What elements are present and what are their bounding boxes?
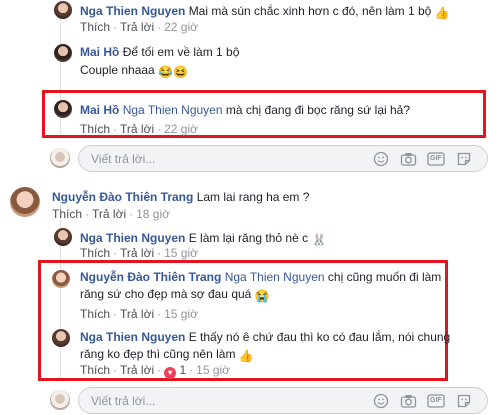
comment-time[interactable]: 15 giờ xyxy=(196,363,230,377)
gif-label: GIF xyxy=(430,155,442,162)
comment-time[interactable]: 22 giờ xyxy=(164,122,198,136)
sticker-icon[interactable] xyxy=(456,393,472,412)
camera-icon[interactable] xyxy=(400,393,417,412)
reply-link[interactable]: Trả lời xyxy=(92,207,126,221)
reply-link[interactable]: Trả lời xyxy=(120,363,154,377)
avatar[interactable] xyxy=(54,100,72,118)
comment-text: răng sứ cho đẹp mà sợ đau quá xyxy=(80,287,252,301)
comment-body: Mai Hồ Nga Thien Nguyen mà chị đang đi b… xyxy=(80,102,410,118)
smiley-icon[interactable] xyxy=(373,393,389,412)
avatar[interactable] xyxy=(54,44,72,62)
comment-time[interactable]: 22 giờ xyxy=(164,20,198,34)
comment-text: Lam lai rang ha em ? xyxy=(196,190,310,204)
comment-actions: Thích · Trả lời · 22 giờ xyxy=(80,20,198,34)
like-link[interactable]: Thích xyxy=(52,207,82,221)
like-link[interactable]: Thích xyxy=(80,307,110,321)
comment-actions: Thích · Trả lời · ♥ 1 · 15 giờ xyxy=(80,363,231,379)
avatar[interactable] xyxy=(52,270,70,288)
comment-text: Mai mà sún chắc xinh hơn c đó, nên làm 1… xyxy=(188,4,432,18)
comment-text: Để tối em về làm 1 bộ xyxy=(122,45,240,59)
gif-label: GIF xyxy=(430,397,442,404)
like-link[interactable]: Thích xyxy=(80,246,110,260)
crying-emoji: 😭 xyxy=(254,289,270,303)
avatar[interactable] xyxy=(54,1,72,19)
camera-icon[interactable] xyxy=(400,151,417,170)
comment-author[interactable]: Nga Thien Nguyen xyxy=(80,4,185,18)
avatar[interactable] xyxy=(54,228,72,246)
comment-time[interactable]: 15 giờ xyxy=(164,246,198,260)
reply-input[interactable]: Viết trả lời... GIF xyxy=(78,145,488,172)
comment-body: Nga Thien Nguyen E thấy nó ê chứ đau thì… xyxy=(80,329,450,345)
like-link[interactable]: Thích xyxy=(80,20,110,34)
laughing-emoji: 😂😆 xyxy=(158,65,188,79)
comment-author[interactable]: Nga Thien Nguyen xyxy=(80,231,185,245)
reply-link[interactable]: Trả lời xyxy=(120,20,154,34)
comment-text-line2: Couple nhaaa 😂😆 xyxy=(80,62,188,80)
like-link[interactable]: Thích xyxy=(80,122,110,136)
reply-link[interactable]: Trả lời xyxy=(120,246,154,260)
like-link[interactable]: Thích xyxy=(80,363,110,377)
reply-input[interactable]: Viết trả lời... GIF xyxy=(78,387,488,414)
sticker-icon[interactable] xyxy=(456,151,472,170)
reply-placeholder: Viết trả lời... xyxy=(91,394,156,408)
comment-text: E làm lại răng thỏ nè c xyxy=(188,231,309,245)
thumbs-up-emoji: 👍 xyxy=(434,6,450,20)
comment-author[interactable]: Mai Hồ xyxy=(80,103,119,117)
gif-icon[interactable]: GIF xyxy=(427,393,445,412)
reply-placeholder: Viết trả lời... xyxy=(91,152,156,166)
avatar[interactable] xyxy=(10,187,40,217)
comment-text: chị cũng muốn đi làm xyxy=(327,270,442,284)
thumbs-up-emoji: 👍 xyxy=(238,349,254,363)
heart-reaction-icon[interactable]: ♥ xyxy=(164,367,177,379)
comment-body: Mai Hồ Để tối em về làm 1 bộ xyxy=(80,44,239,60)
comment-text-line2: răng sứ cho đẹp mà sợ đau quá 😭 xyxy=(80,286,270,304)
comment-author[interactable]: Mai Hồ xyxy=(80,45,119,59)
comment-text: E thấy nó ê chứ đau thì ko có đau lắm, n… xyxy=(188,330,451,344)
avatar xyxy=(50,390,70,410)
comment-time[interactable]: 18 giờ xyxy=(136,207,170,221)
comment-actions: Thích · Trả lời · 15 giờ xyxy=(80,307,198,321)
comment-text: răng ko đẹp thì cũng nên làm xyxy=(80,347,236,361)
comment-author[interactable]: Nguyễn Đào Thiên Trang xyxy=(80,270,221,284)
comment-actions: Thích · Trả lời · 22 giờ xyxy=(80,122,198,136)
smiley-icon[interactable] xyxy=(373,151,389,170)
tagged-user[interactable]: Nga Thien Nguyen xyxy=(225,270,325,284)
rabbit-emoji: 🐰 xyxy=(311,233,327,247)
comment-body: Nguyễn Đào Thiên Trang Nga Thien Nguyen … xyxy=(80,269,441,285)
comment-actions: Thích · Trả lời · 18 giờ xyxy=(52,207,170,221)
reaction-count[interactable]: 1 xyxy=(179,363,186,377)
comment-body: Nguyễn Đào Thiên Trang Lam lai rang ha e… xyxy=(52,189,309,205)
avatar[interactable] xyxy=(52,329,70,347)
gif-icon[interactable]: GIF xyxy=(427,151,445,170)
avatar xyxy=(50,148,70,168)
reply-link[interactable]: Trả lời xyxy=(120,122,154,136)
comment-actions: Thích · Trả lời · 15 giờ xyxy=(80,246,198,260)
comment-time[interactable]: 15 giờ xyxy=(164,307,198,321)
comment-text: Couple nhaaa xyxy=(80,63,155,77)
comment-author[interactable]: Nguyễn Đào Thiên Trang xyxy=(52,190,193,204)
comment-text: mà chị đang đi bọc răng sứ lại hả? xyxy=(225,103,411,117)
reply-link[interactable]: Trả lời xyxy=(120,307,154,321)
comment-author[interactable]: Nga Thien Nguyen xyxy=(80,330,185,344)
tagged-user[interactable]: Nga Thien Nguyen xyxy=(123,103,223,117)
